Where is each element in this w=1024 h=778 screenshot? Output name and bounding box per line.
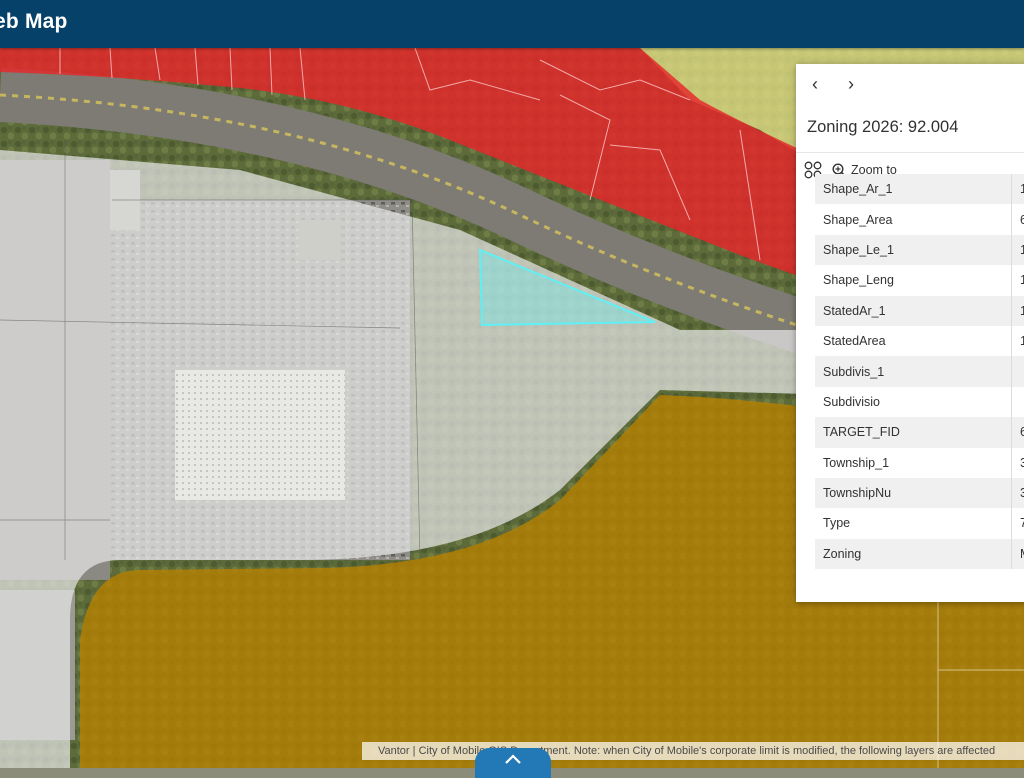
small-building [300, 220, 340, 260]
attribute-key: TARGET_FID [823, 425, 900, 440]
app-title: eb Map [0, 10, 68, 33]
attribute-value [1011, 356, 1020, 387]
attribute-row: StatedArea 1 [815, 325, 1024, 357]
popup-navbar: ‹ › [796, 64, 1024, 104]
attribute-key: StatedArea [823, 334, 886, 349]
attribute-row: StatedAr_1 1 [815, 295, 1024, 326]
attribute-value: 1 [1011, 325, 1024, 357]
attribute-key: Shape_Area [823, 212, 893, 227]
attribute-row: Shape_Leng 1 [815, 265, 1024, 296]
feature-popup: ‹ › Zoning 2026: 92.004 Zoom to Shape_Ar… [796, 64, 1024, 602]
attribute-key: StatedAr_1 [823, 303, 886, 318]
attribute-key: Subdivis_1 [823, 364, 885, 379]
popup-title: Zoning 2026: 92.004 [807, 118, 959, 136]
attribute-row: Township_1 3 [815, 447, 1024, 478]
attribute-value: M [1011, 538, 1024, 570]
attribute-key: Shape_Le_1 [823, 242, 894, 257]
attribute-value: 6 [1011, 204, 1024, 235]
attribute-value: 3 [1011, 477, 1024, 509]
attribute-key: Type [823, 516, 851, 531]
attribute-value: 3 [1011, 447, 1024, 478]
app-header: eb Map [0, 0, 1024, 48]
attribute-value: 1 [1011, 234, 1024, 266]
expand-panel-button[interactable] [475, 748, 551, 778]
attribute-key: Township_1 [823, 455, 890, 470]
attribute-row: Subdivisio [815, 386, 1024, 418]
attribute-row: Type 7 [815, 508, 1024, 539]
attribute-row: Subdivis_1 [815, 356, 1024, 387]
attribute-value: 6 [1011, 417, 1024, 448]
attribute-key: Shape_Leng [823, 273, 894, 288]
attribute-row: Zoning M [815, 538, 1024, 570]
chevron-up-icon [505, 754, 521, 764]
attribute-key: Subdivisio [823, 394, 880, 409]
chevron-right-icon[interactable]: › [839, 72, 863, 96]
attribute-key: Shape_Ar_1 [823, 182, 893, 197]
store-building [175, 370, 345, 500]
chevron-left-icon[interactable]: ‹ [803, 72, 827, 96]
attribute-row: Shape_Area 6 [815, 204, 1024, 235]
attribute-key: TownshipNu [823, 486, 892, 501]
attribute-value: 1 [1011, 265, 1024, 296]
attribute-value: 1 [1011, 295, 1024, 326]
attribute-row: Shape_Le_1 1 [815, 234, 1024, 266]
attribute-row: TARGET_FID 6 [815, 417, 1024, 448]
attribute-row: Shape_Ar_1 1 [815, 174, 1024, 205]
attribute-value: 7 [1011, 508, 1024, 539]
attribute-value [1011, 386, 1020, 418]
attribute-row: TownshipNu 3 [815, 477, 1024, 509]
map-attribution: Vantor | City of Mobile GIS Department. … [362, 742, 1024, 760]
attribute-key: Zoning [823, 546, 862, 561]
attribute-table[interactable]: Shape_Ar_1 1 Shape_Area 6 Shape_Le_1 1 Shap… [815, 174, 1024, 574]
attribute-value: 1 [1011, 174, 1024, 205]
